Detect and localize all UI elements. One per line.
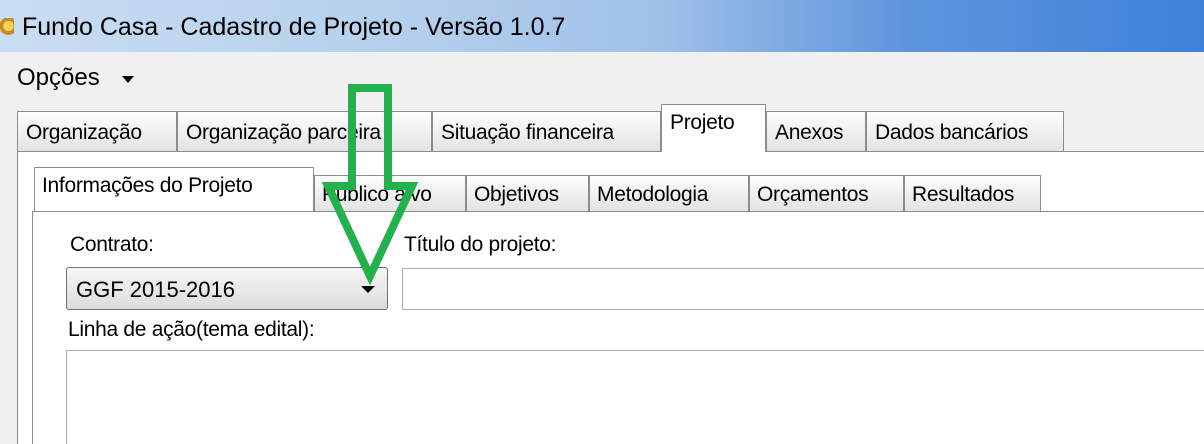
contrato-value: GGF 2015-2016 bbox=[76, 277, 235, 302]
window-title: Fundo Casa - Cadastro de Projeto - Versã… bbox=[22, 13, 566, 41]
titulo-label: Título do projeto: bbox=[404, 233, 557, 256]
tab-label: Anexos bbox=[775, 121, 844, 144]
tab-label: Resultados bbox=[912, 183, 1015, 206]
tab-informacoes-do-projeto[interactable]: Informações do Projeto bbox=[34, 167, 314, 211]
menu-options[interactable]: Opções bbox=[17, 64, 100, 92]
tab-label: Dados bancários bbox=[875, 121, 1029, 144]
app-icon bbox=[0, 18, 14, 38]
linha-de-acao-textarea[interactable] bbox=[66, 350, 1204, 444]
menu-bar: Opções bbox=[0, 52, 1204, 104]
tab-metodologia[interactable]: Metodologia bbox=[589, 175, 749, 211]
tab-organizacao-parceira[interactable]: Organização parceira bbox=[177, 111, 432, 151]
tab-label: Organização parceira bbox=[186, 121, 381, 144]
contrato-select[interactable]: GGF 2015-2016 bbox=[66, 267, 388, 310]
tab-label: Orçamentos bbox=[757, 183, 869, 206]
chevron-down-icon[interactable] bbox=[361, 286, 375, 293]
tab-projeto[interactable]: Projeto bbox=[661, 104, 766, 152]
caret-down-icon[interactable] bbox=[122, 76, 134, 83]
tab-dados-bancarios[interactable]: Dados bancários bbox=[866, 111, 1064, 151]
tab-label: Metodologia bbox=[597, 183, 709, 206]
tab-situacao-financeira[interactable]: Situação financeira bbox=[432, 111, 661, 151]
tab-objetivos[interactable]: Objetivos bbox=[466, 175, 589, 211]
tab-resultados[interactable]: Resultados bbox=[904, 175, 1041, 211]
tab-label: Informações do Projeto bbox=[42, 174, 253, 197]
tab-label: Público alvo bbox=[322, 183, 432, 206]
tab-label: Projeto bbox=[670, 111, 735, 134]
titulo-input[interactable] bbox=[402, 268, 1204, 310]
tab-label: Situação financeira bbox=[441, 121, 614, 144]
contrato-label: Contrato: bbox=[70, 233, 154, 256]
linha-de-acao-label: Linha de ação(tema edital): bbox=[68, 318, 315, 341]
tab-anexos[interactable]: Anexos bbox=[766, 111, 866, 151]
tab-label: Objetivos bbox=[474, 183, 559, 206]
title-bar: Fundo Casa - Cadastro de Projeto - Versã… bbox=[0, 0, 1204, 52]
tab-organizacao[interactable]: Organização bbox=[17, 111, 177, 151]
tab-label: Organização bbox=[26, 121, 142, 144]
tab-publico-alvo[interactable]: Público alvo bbox=[314, 175, 466, 211]
tab-orcamentos[interactable]: Orçamentos bbox=[749, 175, 904, 211]
